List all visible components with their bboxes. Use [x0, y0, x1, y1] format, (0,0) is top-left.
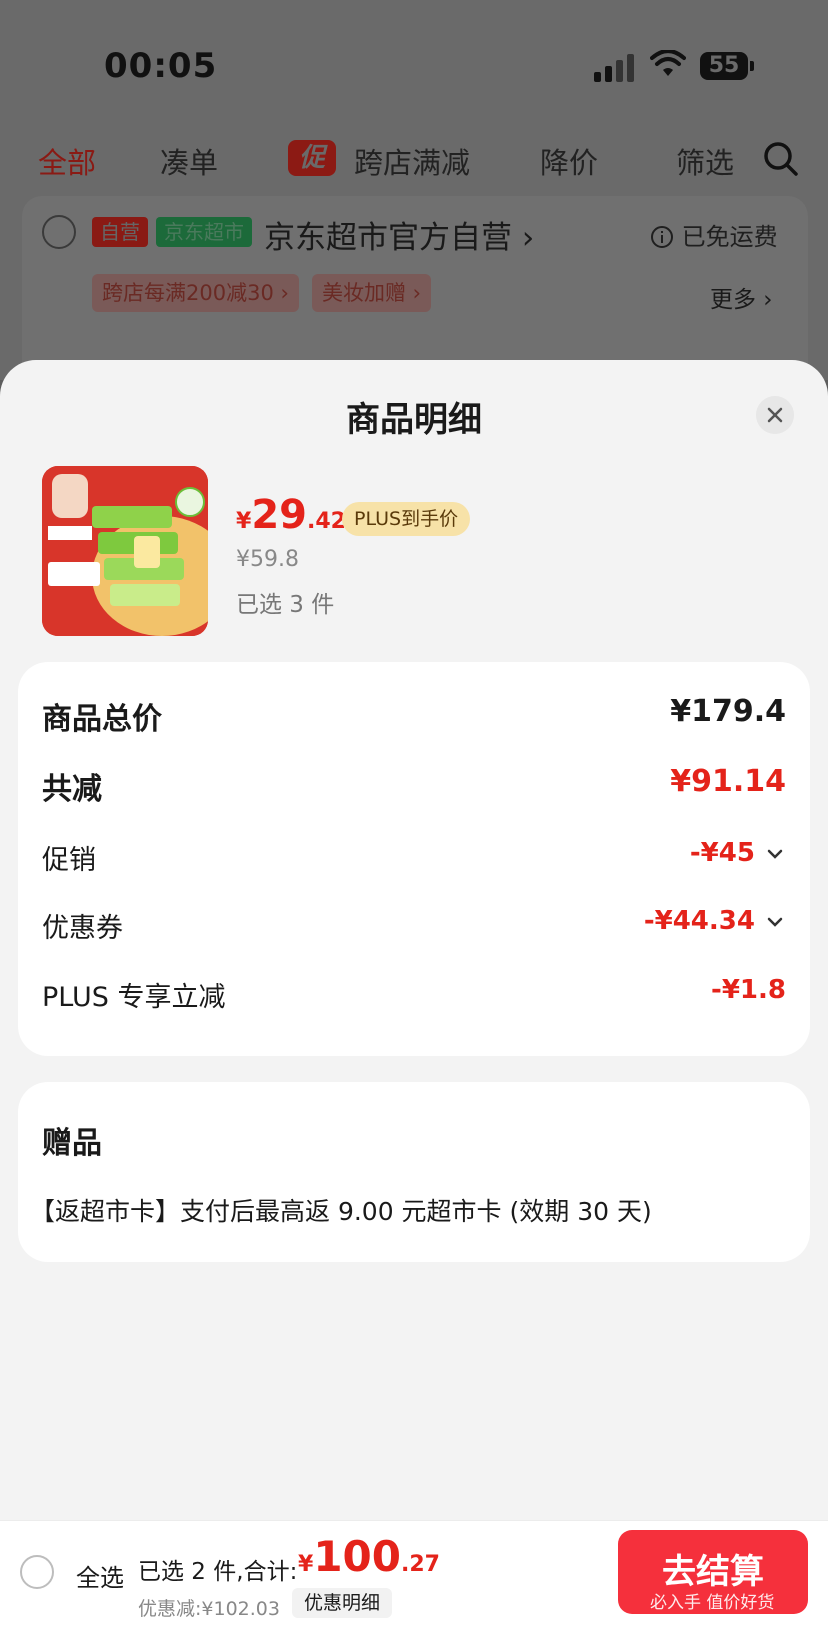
- reduction-label: 共减: [42, 772, 102, 807]
- row-total: 商品总价 ¥179.4: [42, 694, 786, 738]
- self-operated-tag: 自营: [92, 217, 148, 247]
- filter-tabs: 全部 凑单 促 跨店满减 降价 筛选: [0, 130, 828, 190]
- row-reduction: 共减 ¥91.14: [42, 764, 786, 808]
- selection-summary: 已选 2 件,合计:: [138, 1559, 298, 1585]
- total-price: ¥100.27: [298, 1532, 440, 1581]
- total-label: 商品总价: [42, 702, 162, 737]
- promotion-label: 促销: [42, 845, 96, 876]
- info-icon: [651, 226, 673, 248]
- discount-amount: 优惠减:¥102.03: [138, 1598, 280, 1620]
- gift-description: 【返超市卡】支付后最高返 9.00 元超市卡 (效期 30 天): [30, 1197, 652, 1226]
- tab-price-drop[interactable]: 降价: [540, 140, 598, 182]
- watermark-text: 必入手 值价好货: [650, 1593, 775, 1613]
- row-promotion[interactable]: 促销 -¥45: [42, 838, 786, 882]
- shipping-status: 已免运费: [650, 217, 778, 252]
- plus-discount-value: -¥1.8: [711, 975, 786, 1005]
- gift-card: [18, 1082, 810, 1262]
- product-image: [42, 466, 208, 636]
- sheet-title: 商品明细: [346, 400, 482, 440]
- battery-icon: 55: [700, 52, 748, 80]
- selected-quantity: 已选 3 件: [236, 592, 335, 618]
- chevron-down-icon: [767, 917, 783, 927]
- reduction-value: ¥91.14: [670, 764, 786, 799]
- original-price: ¥59.8: [236, 547, 299, 572]
- store-name[interactable]: 京东超市官方自营 ›: [264, 212, 534, 257]
- promotion-value: -¥45: [690, 838, 786, 868]
- battery-tip: [750, 61, 754, 71]
- tab-all[interactable]: 全部: [38, 140, 96, 182]
- search-icon[interactable]: [762, 140, 800, 178]
- tab-filter[interactable]: 筛选: [676, 140, 734, 182]
- discount-detail-button[interactable]: 优惠明细: [292, 1588, 393, 1618]
- promo-chip-beauty[interactable]: 美妆加赠 ›: [312, 274, 432, 312]
- tab-bundle[interactable]: 凑单: [160, 140, 218, 182]
- row-coupon[interactable]: 优惠券 -¥44.34: [42, 906, 786, 950]
- tab-cross-store[interactable]: 跨店满减: [354, 140, 470, 182]
- select-all-checkbox[interactable]: [20, 1555, 54, 1589]
- supermarket-tag: 京东超市: [156, 217, 252, 247]
- status-time: 00:05: [104, 46, 218, 86]
- signal-icon: [594, 52, 636, 82]
- shipping-label: 已免运费: [681, 223, 778, 251]
- plus-price-tag: PLUS到手价: [342, 502, 471, 536]
- coupon-value: -¥44.34: [644, 906, 786, 936]
- select-all-label[interactable]: 全选: [76, 1558, 124, 1593]
- promo-badge: 促: [288, 140, 336, 176]
- row-plus-discount: PLUS 专享立减 -¥1.8: [42, 975, 786, 1019]
- coupon-label: 优惠券: [42, 913, 123, 944]
- promo-chip-cross-store[interactable]: 跨店每满200减30 ›: [92, 274, 299, 312]
- chevron-down-icon: [767, 849, 783, 859]
- gift-title: 赠品: [42, 1126, 102, 1161]
- close-icon[interactable]: [756, 396, 794, 434]
- store-checkbox[interactable]: [42, 215, 76, 249]
- more-link[interactable]: 更多 ›: [710, 280, 773, 314]
- plus-discount-label: PLUS 专享立减: [42, 982, 226, 1013]
- wifi-icon: [650, 50, 686, 76]
- status-bar: 00:05 55: [0, 0, 828, 120]
- product-price: ¥29.42: [236, 492, 346, 538]
- total-value: ¥179.4: [670, 694, 786, 729]
